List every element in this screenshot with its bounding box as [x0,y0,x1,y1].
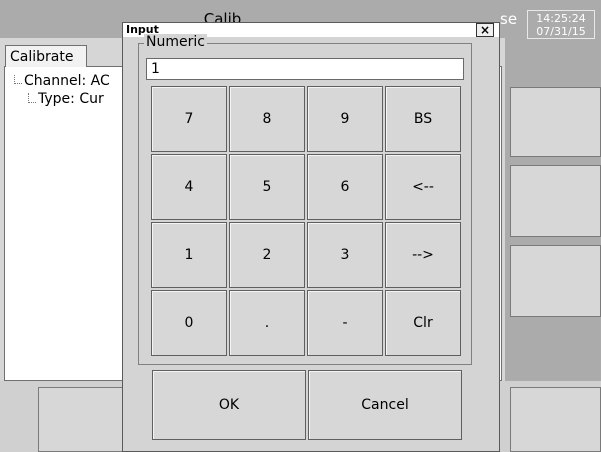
side-button-1[interactable] [510,87,601,157]
clock-time: 14:25:24 [536,12,586,25]
bottom-button-right[interactable] [510,387,601,452]
key-1[interactable]: 1 [151,222,227,288]
tree-connector [28,93,36,103]
numeric-input[interactable]: 1 [146,58,464,80]
key-7[interactable]: 7 [151,86,227,152]
numeric-group-label: Numeric [144,34,207,50]
key-4[interactable]: 4 [151,154,227,220]
tree-item-channel[interactable]: Channel: AC [24,73,110,89]
side-button-2[interactable] [510,165,601,237]
ok-button[interactable]: OK [152,370,306,440]
key-cursor-left[interactable]: <-- [385,154,461,220]
key-2[interactable]: 2 [229,222,305,288]
clock-display: 14:25:24 07/31/15 [527,10,595,39]
key-9[interactable]: 9 [307,86,383,152]
tree-item-type[interactable]: Type: Cur [38,91,104,107]
tab-calibrate[interactable]: Calibrate [5,45,87,67]
key-backspace[interactable]: BS [385,86,461,152]
key-clear[interactable]: Clr [385,290,461,356]
app-close-label[interactable]: se [500,10,517,28]
clock-date: 07/31/15 [536,25,586,38]
side-button-3[interactable] [510,245,601,317]
cancel-button[interactable]: Cancel [308,370,462,440]
key-0[interactable]: 0 [151,290,227,356]
key-3[interactable]: 3 [307,222,383,288]
key-decimal[interactable]: . [229,290,305,356]
key-cursor-right[interactable]: --> [385,222,461,288]
key-8[interactable]: 8 [229,86,305,152]
key-minus[interactable]: - [307,290,383,356]
bottom-button-left[interactable] [38,387,135,452]
key-6[interactable]: 6 [307,154,383,220]
close-icon[interactable]: × [476,23,494,37]
tree-connector [14,75,22,84]
key-5[interactable]: 5 [229,154,305,220]
